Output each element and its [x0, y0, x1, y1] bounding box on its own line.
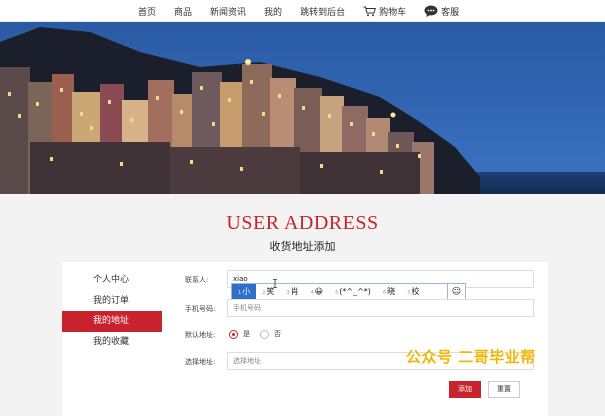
sidebar-item-profile[interactable]: 个人中心	[62, 270, 162, 291]
nav-cart[interactable]: 购物车	[363, 5, 406, 18]
sidebar-item-orders[interactable]: 我的订单	[62, 291, 162, 312]
nav-admin[interactable]: 跳转到后台	[300, 5, 345, 18]
ime-emoji-button[interactable]: ☺	[447, 284, 465, 300]
user-sidebar: 个人中心 我的订单 我的地址 我的收藏	[62, 262, 162, 416]
default-row: 默认地址: 是 否	[162, 329, 548, 341]
nav-news[interactable]: 新闻资讯	[210, 5, 246, 18]
phone-input[interactable]: 手机号码	[227, 299, 534, 317]
page-subtitle: 收货地址添加	[269, 240, 336, 253]
address-form: 联系人: xiao 1小 2笑 3肖 4😀 5(*^_^*) 6晓 7校 ☺ 手…	[162, 262, 548, 416]
ime-candidate[interactable]: 4😀	[305, 284, 330, 300]
banner-image	[0, 22, 605, 194]
sidebar-item-addresses[interactable]: 我的地址	[62, 311, 162, 332]
default-label: 默认地址:	[185, 331, 216, 339]
cart-icon	[363, 6, 377, 16]
default-no-radio[interactable]: 否	[260, 329, 281, 339]
nav-cart-label: 购物车	[379, 7, 407, 18]
nav-service[interactable]: 客服	[424, 5, 459, 18]
contact-label: 联系人:	[185, 276, 209, 284]
reset-button[interactable]: 重置	[488, 381, 520, 398]
top-navigation: 首页 商品 新闻资讯 我的 跳转到后台 购物车 客服	[0, 0, 605, 22]
nav-products[interactable]: 商品	[174, 5, 192, 18]
nav-home[interactable]: 首页	[138, 5, 156, 18]
ime-candidate[interactable]: 6晓	[377, 284, 401, 300]
ime-candidate[interactable]: 3肖	[280, 284, 304, 300]
watermark-text: 公众号 二哥毕业帮	[406, 348, 536, 366]
text-cursor-icon	[273, 279, 277, 288]
radio-dot	[229, 329, 238, 339]
default-no-label: 否	[274, 330, 281, 338]
page-title: USER ADDRESS	[226, 212, 379, 234]
ime-candidate[interactable]: 1小	[232, 284, 257, 300]
address-label: 选择地址:	[185, 358, 216, 366]
nav-mine[interactable]: 我的	[264, 5, 282, 18]
default-yes-label: 是	[243, 330, 250, 338]
radio-dot	[260, 329, 269, 339]
sidebar-item-favorites[interactable]: 我的收藏	[62, 332, 162, 353]
hillside-town-illustration	[0, 22, 605, 194]
add-button[interactable]: 添加	[449, 381, 481, 398]
ime-candidate[interactable]: 5(*^_^*)	[329, 284, 377, 300]
nav-service-label: 客服	[441, 7, 460, 18]
address-panel: 个人中心 我的订单 我的地址 我的收藏 联系人: xiao 1小 2笑 3肖 4…	[62, 262, 548, 416]
phone-label: 手机号码:	[185, 305, 216, 313]
ime-candidate[interactable]: 7校	[401, 284, 425, 300]
default-yes-radio[interactable]: 是	[229, 329, 250, 339]
chat-bubble-icon	[424, 5, 438, 17]
